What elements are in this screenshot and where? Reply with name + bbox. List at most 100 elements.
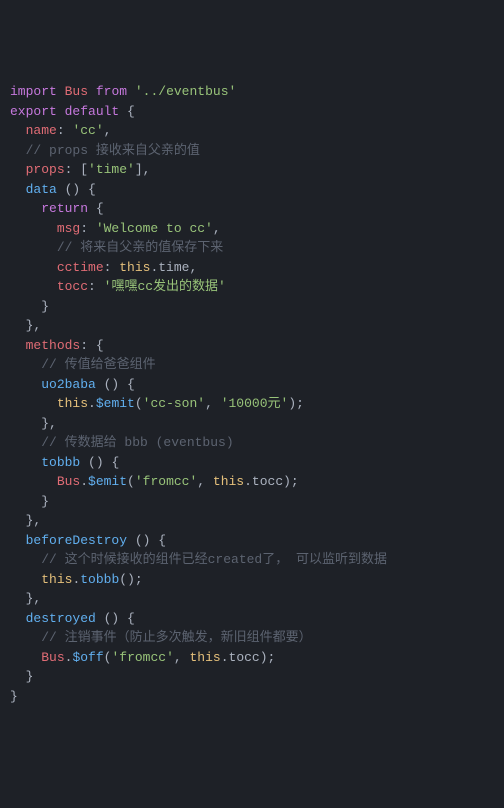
token-cm: // 传数据给 bbb (eventbus) bbox=[41, 435, 233, 450]
code-line: this.$emit('cc-son', '10000元'); bbox=[10, 394, 494, 414]
token-pn: { bbox=[119, 104, 135, 119]
token-pn: }, bbox=[10, 416, 57, 431]
token-pn bbox=[127, 84, 135, 99]
token-kw: export bbox=[10, 104, 57, 119]
token-pn bbox=[88, 84, 96, 99]
token-pn bbox=[10, 338, 26, 353]
token-pn: }, bbox=[10, 591, 41, 606]
code-line: data () { bbox=[10, 180, 494, 200]
token-pn: , bbox=[205, 396, 221, 411]
token-th: this bbox=[190, 650, 221, 665]
token-pn: } bbox=[10, 494, 49, 509]
token-cm: // 将来自父亲的值保存下来 bbox=[57, 240, 223, 255]
code-line: }, bbox=[10, 589, 494, 609]
token-pn: , bbox=[104, 123, 112, 138]
token-pn: . bbox=[80, 474, 88, 489]
token-pn bbox=[10, 279, 57, 294]
token-pn: () { bbox=[57, 182, 96, 197]
token-pn: : bbox=[104, 260, 120, 275]
token-pn bbox=[10, 611, 26, 626]
code-line: // 传数据给 bbb (eventbus) bbox=[10, 433, 494, 453]
code-line: import Bus from '../eventbus' bbox=[10, 82, 494, 102]
token-pn: () { bbox=[96, 377, 135, 392]
token-pn: .tocc); bbox=[244, 474, 299, 489]
code-line: destroyed () { bbox=[10, 609, 494, 629]
token-pn: ( bbox=[127, 474, 135, 489]
token-str: '嘿嘿cc发出的数据' bbox=[104, 279, 226, 294]
token-str: 'fromcc' bbox=[111, 650, 173, 665]
token-pn: () { bbox=[127, 533, 166, 548]
token-th: this bbox=[213, 474, 244, 489]
token-pn: : bbox=[80, 221, 96, 236]
token-pn: , bbox=[197, 474, 213, 489]
token-var: Bus bbox=[41, 650, 64, 665]
code-line: methods: { bbox=[10, 336, 494, 356]
token-th: this bbox=[119, 260, 150, 275]
code-line: cctime: this.time, bbox=[10, 258, 494, 278]
token-df: default bbox=[65, 104, 120, 119]
token-prop: props bbox=[26, 162, 65, 177]
token-pn bbox=[10, 357, 41, 372]
token-th: this bbox=[41, 572, 72, 587]
token-pn: : [ bbox=[65, 162, 88, 177]
token-pn: . bbox=[65, 650, 73, 665]
token-fn: data bbox=[26, 182, 57, 197]
token-fn: tobbb bbox=[80, 572, 119, 587]
code-line: }, bbox=[10, 511, 494, 531]
token-fn: $off bbox=[72, 650, 103, 665]
token-kw: import bbox=[10, 84, 57, 99]
token-pn bbox=[10, 455, 41, 470]
token-pn: : bbox=[88, 279, 104, 294]
code-line: Bus.$off('fromcc', this.tocc); bbox=[10, 648, 494, 668]
token-var: Bus bbox=[57, 474, 80, 489]
token-cm: // 传值给爸爸组件 bbox=[41, 357, 155, 372]
code-line: } bbox=[10, 667, 494, 687]
token-fn: uo2baba bbox=[41, 377, 96, 392]
token-fn: beforeDestroy bbox=[26, 533, 127, 548]
token-cm: // props 接收来自父亲的值 bbox=[26, 143, 200, 158]
code-line: } bbox=[10, 687, 494, 707]
token-str: 'cc-son' bbox=[143, 396, 205, 411]
token-pn bbox=[10, 162, 26, 177]
token-pn: { bbox=[88, 201, 104, 216]
token-pn: }, bbox=[10, 513, 41, 528]
code-line: // 将来自父亲的值保存下来 bbox=[10, 238, 494, 258]
token-pn: .tocc); bbox=[221, 650, 276, 665]
token-pn: () { bbox=[96, 611, 135, 626]
token-pn: . bbox=[88, 396, 96, 411]
code-line: // 这个时候接收的组件已经created了， 可以监听到数据 bbox=[10, 550, 494, 570]
code-line: // props 接收来自父亲的值 bbox=[10, 141, 494, 161]
token-pn: .time, bbox=[150, 260, 197, 275]
token-str: 'fromcc' bbox=[135, 474, 197, 489]
token-str: '../eventbus' bbox=[135, 84, 236, 99]
token-str: 'time' bbox=[88, 162, 135, 177]
token-pn bbox=[10, 552, 41, 567]
code-line: }, bbox=[10, 414, 494, 434]
token-pn: : bbox=[57, 123, 73, 138]
token-pn: ); bbox=[288, 396, 304, 411]
token-pn: , bbox=[174, 650, 190, 665]
token-prop: name bbox=[26, 123, 57, 138]
code-line: tocc: '嘿嘿cc发出的数据' bbox=[10, 277, 494, 297]
token-pn bbox=[10, 260, 57, 275]
code-line: } bbox=[10, 492, 494, 512]
code-block: import Bus from '../eventbus' export defa… bbox=[10, 82, 494, 706]
token-pn: (); bbox=[119, 572, 142, 587]
token-pn bbox=[10, 533, 26, 548]
token-pn bbox=[10, 201, 41, 216]
token-pn bbox=[10, 182, 26, 197]
token-pn: , bbox=[213, 221, 221, 236]
token-fn: $emit bbox=[88, 474, 127, 489]
token-pn: } bbox=[10, 669, 33, 684]
token-pn: }, bbox=[10, 318, 41, 333]
token-pn: } bbox=[10, 689, 18, 704]
code-line: msg: 'Welcome to cc', bbox=[10, 219, 494, 239]
token-pn: : { bbox=[80, 338, 103, 353]
token-fn: destroyed bbox=[26, 611, 96, 626]
code-line: uo2baba () { bbox=[10, 375, 494, 395]
token-pn bbox=[10, 240, 57, 255]
token-pn bbox=[10, 650, 41, 665]
token-pn: ], bbox=[135, 162, 151, 177]
token-pn: ( bbox=[104, 650, 112, 665]
code-line: }, bbox=[10, 316, 494, 336]
